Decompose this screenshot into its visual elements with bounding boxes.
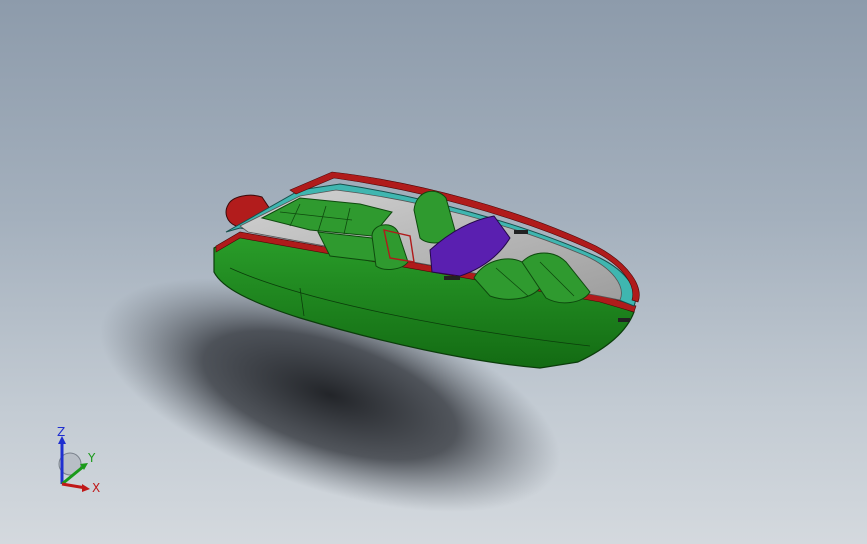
axis-triad[interactable]: Z Y X [48,426,108,498]
y-axis-label: Y [87,451,96,465]
x-axis-label: X [92,481,100,495]
cleat-fitting [514,230,528,234]
z-axis-label: Z [57,426,65,439]
x-axis-arrow-icon [82,484,90,492]
graphics-viewport[interactable]: Z Y X [0,0,867,544]
cleat-fitting [444,276,460,280]
cleat-fitting [618,318,630,322]
boat-model[interactable] [0,0,867,544]
